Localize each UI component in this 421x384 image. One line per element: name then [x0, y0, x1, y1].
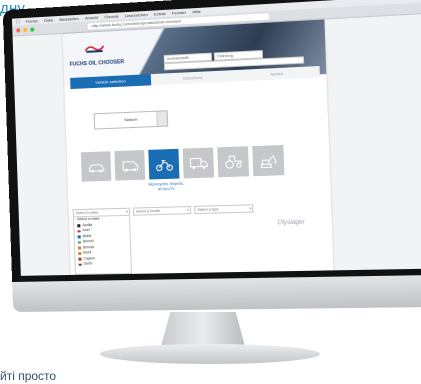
dropdown-option[interactable]: Derbi [76, 261, 131, 268]
menu-item[interactable]: Chronik [104, 14, 118, 20]
category-van[interactable] [114, 150, 146, 181]
truck-icon [189, 155, 208, 169]
excavator-icon [258, 153, 278, 168]
active-category-label: Motorcycles, Mopeds, ATVs/UTV [148, 181, 184, 192]
brand-logo-icon [78, 257, 82, 261]
monitor-chin [12, 274, 421, 313]
category-car[interactable] [80, 151, 112, 182]
van-icon [120, 158, 139, 173]
menu-item[interactable]: Datei [44, 17, 54, 23]
tractor-icon [223, 154, 243, 169]
brand-logo-icon [77, 224, 81, 227]
fuchs-logo-icon [83, 42, 106, 55]
search-button-label: Search [124, 116, 138, 123]
web-page: FUCHS OIL CHOOSER Schmierstoffe Fahrzeug… [62, 19, 334, 275]
menu-item[interactable]: Hilfe [192, 9, 201, 15]
page-title: FUCHS OIL CHOOSER [69, 59, 125, 68]
category-excavator[interactable] [252, 144, 285, 177]
monitor-stand-base [100, 344, 320, 364]
screen:  Firefox Datei Bearbeiten Ansicht Chron… [11, 0, 421, 276]
motorcycle-icon [154, 157, 173, 172]
monitor-bezel:  Firefox Datei Bearbeiten Ansicht Chron… [2, 0, 421, 283]
olyslager-watermark: Olyslager [277, 219, 306, 227]
vehicle-categories [80, 144, 285, 182]
search-button[interactable]: Search [93, 110, 169, 130]
search-button-handle [156, 111, 168, 127]
apple-icon[interactable]:  [16, 19, 20, 25]
category-motorcycle[interactable] [148, 148, 180, 180]
brand-logo-icon [77, 240, 81, 244]
close-window-button[interactable] [16, 28, 21, 33]
category-truck[interactable] [182, 147, 215, 179]
brand-logo-icon [77, 229, 81, 233]
brand-logo-icon [77, 235, 81, 238]
make-dropdown-list: Select a make Aprilia Ariel BMW Benelli … [72, 214, 133, 275]
brand-logo-icon [78, 252, 82, 255]
car-icon [87, 159, 106, 174]
menu-item[interactable]: Firefox [26, 18, 38, 24]
category-tractor[interactable] [217, 146, 250, 178]
select-model[interactable]: Select a model [132, 205, 192, 216]
brand-logo-icon [78, 246, 82, 250]
monitor:  Firefox Datei Bearbeiten Ansicht Chron… [2, 0, 421, 315]
menu-item[interactable]: Ansicht [85, 15, 99, 21]
menu-item[interactable]: Extras [154, 11, 166, 17]
select-type[interactable]: Select a type [194, 204, 254, 215]
caption-bottom: йті просто [0, 369, 57, 383]
menu-item[interactable]: Fenster [172, 10, 186, 16]
minimize-window-button[interactable] [23, 27, 28, 33]
zoom-window-button[interactable] [30, 27, 35, 32]
brand-logo-icon [78, 263, 82, 266]
